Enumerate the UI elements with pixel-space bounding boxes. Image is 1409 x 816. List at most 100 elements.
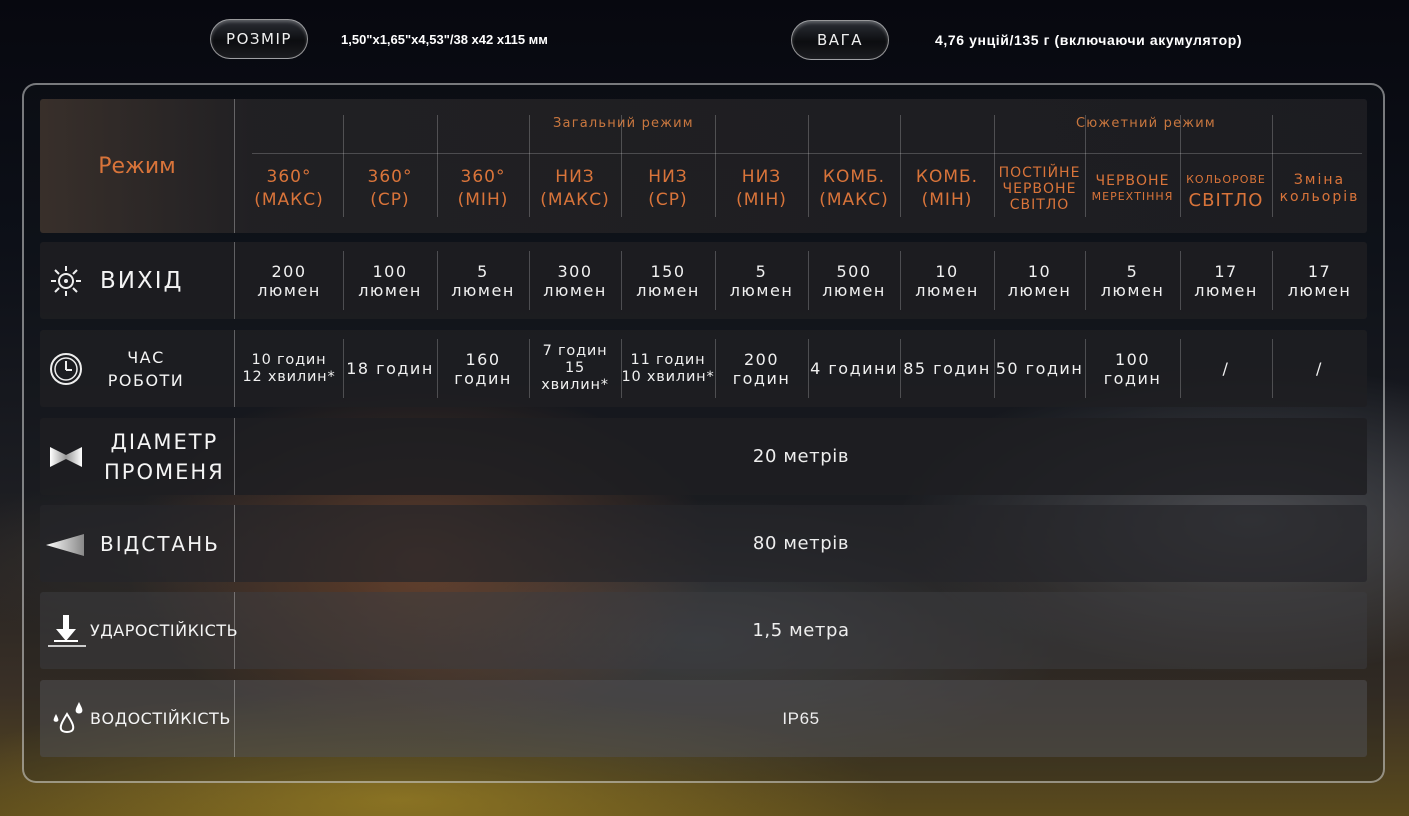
runtime-cell-11: / [1180, 330, 1272, 407]
column-divider [343, 115, 344, 217]
output-cell-5: 150 люмен [621, 242, 715, 319]
beam-icon [48, 443, 84, 471]
column-divider [529, 115, 530, 217]
runtime-cell-2: 18 годин [343, 330, 437, 407]
column-header-10-l2: МЕРЕХТІННЯ [1091, 190, 1174, 203]
column-header-2-l1: 360° [367, 167, 413, 187]
column-header-9: ПОСТІЙНЕ ЧЕРВОНЕ СВІТЛО [994, 163, 1085, 215]
column-header-3-l1: 360° [460, 167, 506, 187]
beam-label: ДІАМЕТР ПРОМЕНЯ [104, 429, 225, 484]
runtime-cell-10-l2: годин [1103, 368, 1162, 388]
group-general-title: Загальний режим [553, 116, 694, 131]
column-divider [994, 251, 995, 310]
column-header-9-l1: ПОСТІЙНЕ [998, 165, 1081, 181]
runtime-cell-4-l2: 15 хвилин* [541, 360, 609, 393]
column-header-10: ЧЕРВОНЕ МЕРЕХТІННЯ [1085, 163, 1180, 215]
column-header-6: НИЗ (МІН) [715, 163, 808, 215]
runtime-cell-3: 160 годин [437, 330, 529, 407]
column-header-5-l2: (СР) [648, 190, 688, 210]
runtime-label-cell: ЧАС РОБОТИ [40, 330, 235, 407]
size-pill: РОЗМІР [210, 19, 308, 59]
column-divider [343, 339, 344, 398]
runtime-cell-12-l1: / [1316, 359, 1323, 378]
column-divider [621, 339, 622, 398]
column-header-2: 360° (СР) [343, 163, 437, 215]
column-divider [994, 339, 995, 398]
column-header-3: 360° (МІН) [437, 163, 529, 215]
column-header-7-l2: (МАКС) [819, 190, 889, 210]
column-divider [437, 115, 438, 217]
output-cell-6: 5 люмен [715, 242, 808, 319]
impact-value: 1,5 метра [752, 620, 850, 641]
column-divider [808, 251, 809, 310]
column-header-6-l2: (МІН) [736, 190, 787, 210]
column-divider [1272, 251, 1273, 310]
runtime-cell-5: 11 годин 10 хвилин* [621, 330, 715, 407]
output-cell-8-l1: 10 [935, 261, 959, 281]
output-cell-3: 5 люмен [437, 242, 529, 319]
output-cell-10-l2: люмен [1100, 280, 1165, 300]
column-divider [621, 251, 622, 310]
column-divider [900, 115, 901, 217]
output-label: ВИХІД [100, 267, 184, 294]
water-label-cell: ВОДОСТІЙКІСТЬ [40, 680, 235, 757]
runtime-label: ЧАС РОБОТИ [107, 347, 185, 390]
runtime-cell-7: 4 години [808, 330, 900, 407]
distance-label-cell: ВІДСТАНЬ [40, 505, 235, 582]
output-cell-3-l1: 5 [477, 261, 489, 281]
column-header-11-l2: СВІТЛО [1188, 189, 1264, 211]
output-cell-7-l2: люмен [822, 280, 886, 300]
output-cell-1-l2: люмен [257, 280, 321, 300]
column-header-1: 360° (МАКС) [235, 163, 343, 215]
column-divider [437, 339, 438, 398]
runtime-cell-8-l1: 85 годин [903, 359, 991, 378]
size-value: 1,50"x1,65"x4,53"/38 x42 x115 мм [341, 31, 548, 47]
weight-value: 4,76 унцій/135 г (включаючи акумулятор) [935, 32, 1243, 48]
output-cell-5-l2: люмен [636, 280, 700, 300]
output-cell-3-l2: люмен [451, 280, 515, 300]
column-header-5-l1: НИЗ [648, 167, 688, 187]
output-cell-12-l1: 17 [1307, 261, 1332, 281]
runtime-cell-4-l1: 7 годин [542, 343, 608, 359]
column-header-7: КОМБ. (МАКС) [808, 163, 900, 215]
group-divider [252, 153, 1362, 154]
output-cell-11-l1: 17 [1214, 261, 1238, 281]
runtime-cell-4: 7 годин 15 хвилин* [529, 330, 621, 407]
output-label-cell: ВИХІД [40, 242, 235, 319]
impact-row: УДАРОСТІЙКІСТЬ 1,5 метра [40, 592, 1367, 669]
column-divider [900, 251, 901, 310]
column-divider [808, 339, 809, 398]
group-scene-title: Сюжетний режим [1076, 116, 1216, 131]
output-cell-8: 10 люмен [900, 242, 994, 319]
column-header-4-l2: (МАКС) [540, 190, 610, 210]
column-header-4: НИЗ (МАКС) [529, 163, 621, 215]
column-divider [1085, 115, 1086, 217]
column-header-12: Зміна кольорів [1272, 163, 1367, 215]
column-divider [1180, 251, 1181, 310]
impact-label-cell: УДАРОСТІЙКІСТЬ [40, 592, 238, 669]
sun-icon [48, 264, 84, 298]
weight-pill: ВАГА [791, 20, 889, 60]
column-divider [621, 115, 622, 217]
column-header-10-l1: ЧЕРВОНЕ [1095, 173, 1170, 189]
output-cell-8-l2: люмен [915, 280, 979, 300]
runtime-cell-11-l1: / [1222, 359, 1230, 378]
water-resistance-row: ВОДОСТІЙКІСТЬ IP65 [40, 680, 1367, 757]
output-cell-10-l1: 5 [1126, 261, 1139, 281]
column-header-8-l2: (МІН) [921, 190, 973, 210]
runtime-row: ЧАС РОБОТИ 10 годин 12 хвилин* 18 годин 160… [40, 330, 1367, 407]
output-cell-1-l1: 200 [271, 261, 307, 281]
output-cell-6-l1: 5 [755, 261, 768, 281]
column-header-8-l1: КОМБ. [915, 167, 979, 187]
runtime-cell-2-l1: 18 годин [346, 359, 434, 378]
output-row: ВИХІД 200 люмен 100 люмен 5 люмен 300 люмен 150 л… [40, 242, 1367, 319]
runtime-cell-9: 50 годин [994, 330, 1085, 407]
output-cell-11-l2: люмен [1194, 280, 1258, 300]
runtime-cell-6-l1: 200 [743, 349, 780, 369]
runtime-cell-8: 85 годин [900, 330, 994, 407]
beam-label-cell: ДІАМЕТР ПРОМЕНЯ [40, 418, 235, 495]
distance-label: ВІДСТАНЬ [100, 531, 220, 556]
runtime-cell-1-l2: 12 хвилин* [242, 368, 336, 385]
column-header-6-l1: НИЗ [741, 167, 782, 187]
column-divider [1085, 251, 1086, 310]
